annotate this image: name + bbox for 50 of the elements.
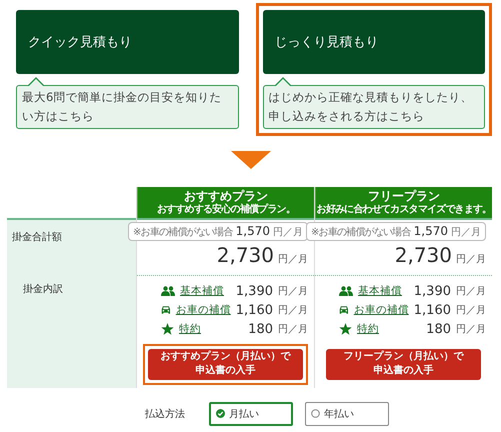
coverage-link[interactable]: お車の補償: [176, 303, 231, 317]
apply-button[interactable]: フリープラン（月払い）で 申込書の入手: [326, 348, 481, 380]
row-label: 掛金合計額: [12, 232, 62, 242]
coverage-link[interactable]: 特約: [357, 322, 379, 336]
coverage-link[interactable]: お車の補償: [354, 303, 409, 317]
car-icon: [339, 304, 349, 316]
breakdown-amount: 1,390: [236, 284, 273, 298]
estimate-card[interactable]: クイック見積もり: [16, 10, 238, 74]
unit-label: 円／月: [278, 304, 308, 317]
breakdown-amount: 1,160: [414, 302, 451, 318]
unit-label: 円／月: [456, 285, 486, 298]
description-bubble: 最大6問で簡単に掛金の目安を知りたい方はこちら: [16, 84, 238, 128]
unit-label: 円／月: [456, 304, 486, 317]
total-amount: 2,730: [394, 242, 452, 266]
plan-tagline: おすすめする安心の補償プラン。: [156, 204, 295, 216]
plan-tagline: お好みに合わせてカスタマイズできます。: [316, 204, 492, 216]
breakdown-amount: 1,390: [414, 284, 451, 298]
plan-name: おすすめプラン: [184, 188, 268, 203]
row-label: 掛金内訳: [23, 284, 63, 294]
breakdown-amount: 1,160: [236, 302, 273, 318]
unit-label: 円／月: [278, 323, 308, 336]
breakdown-amount: 180: [426, 322, 451, 336]
unit-label: 円／月: [456, 252, 486, 266]
people-icon: [161, 286, 175, 296]
bubble-tip: [28, 77, 44, 86]
bubble-tip: [274, 77, 290, 86]
payment-option[interactable]: 年払い: [305, 402, 389, 426]
apply-button[interactable]: おすすめプラン（月払い）で 申込書の入手: [148, 348, 303, 380]
people-icon: [339, 286, 353, 296]
down-arrow-icon: [230, 150, 270, 168]
star-icon: [339, 323, 352, 335]
total-amount: 2,730: [216, 242, 274, 266]
plan-name: フリープラン: [368, 188, 440, 204]
unit-label: 円／月: [456, 323, 486, 336]
car-icon: [161, 304, 171, 316]
star-icon: [161, 323, 174, 335]
breakdown-amount: 180: [248, 322, 273, 336]
coverage-link[interactable]: 基本補償: [358, 284, 402, 298]
unit-label: 円／月: [278, 252, 308, 266]
description-bubble: はじめから正確な見積もりをしたり、申し込みをされる方はこちら: [262, 84, 485, 128]
estimate-card[interactable]: じっくり見積もり: [262, 10, 485, 74]
coverage-link[interactable]: 特約: [179, 322, 201, 336]
note-bubble: ※お車の補償がない場合 1,570 円／月: [128, 222, 308, 240]
coverage-link[interactable]: 基本補償: [180, 284, 224, 298]
radio-icon: [311, 409, 320, 418]
check-icon: [216, 409, 225, 418]
payment-option[interactable]: 月払い: [209, 402, 293, 426]
note-bubble: ※お車の補償がない場合 1,570 円／月: [306, 222, 486, 240]
payment-label: 払込方法: [145, 408, 186, 420]
unit-label: 円／月: [278, 285, 308, 298]
